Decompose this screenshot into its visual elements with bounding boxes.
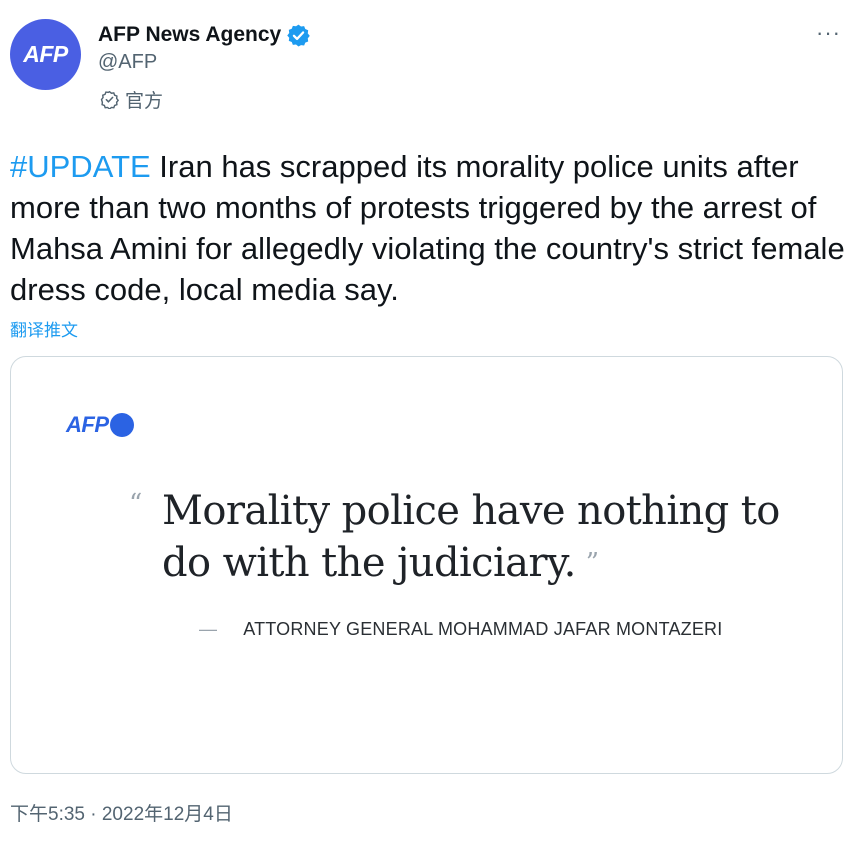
- afp-logo: AFP: [66, 412, 134, 438]
- translate-tweet-link[interactable]: 翻译推文: [10, 316, 78, 341]
- open-quote-mark: “: [129, 489, 143, 519]
- hashtag-link[interactable]: #UPDATE: [10, 149, 151, 184]
- official-label: 官方: [100, 86, 163, 113]
- avatar-logo-text: AFP: [23, 41, 68, 67]
- author-name-row: AFP News Agency: [98, 21, 311, 49]
- tweet-media-image[interactable]: AFP “ Morality police have nothing to do…: [10, 356, 843, 774]
- tweet-timestamp[interactable]: 下午5:35 · 2022年12月4日: [10, 799, 233, 826]
- afp-logo-text: AFP: [66, 412, 109, 437]
- avatar[interactable]: AFP: [10, 19, 81, 90]
- afp-logo-dot-icon: [109, 413, 134, 437]
- quote-text: Morality police have nothing to do with …: [162, 488, 780, 586]
- attribution-text: ATTORNEY GENERAL MOHAMMAD JAFAR MONTAZER…: [243, 619, 723, 639]
- attribution-dash: —: [199, 619, 218, 639]
- quote-attribution: — ATTORNEY GENERAL MOHAMMAD JAFAR MONTAZ…: [199, 619, 722, 640]
- official-badge-icon: [100, 90, 119, 109]
- more-options-button[interactable]: ···: [816, 22, 841, 44]
- quote-block: Morality police have nothing to do with …: [162, 485, 782, 589]
- verified-badge-icon: [287, 24, 310, 46]
- close-quote-mark: ”: [585, 548, 599, 578]
- tweet-text: #UPDATE Iran has scrapped its morality p…: [10, 146, 850, 310]
- display-name[interactable]: AFP News Agency: [98, 23, 281, 47]
- official-text: 官方: [125, 91, 164, 112]
- author-handle[interactable]: @AFP: [98, 51, 157, 74]
